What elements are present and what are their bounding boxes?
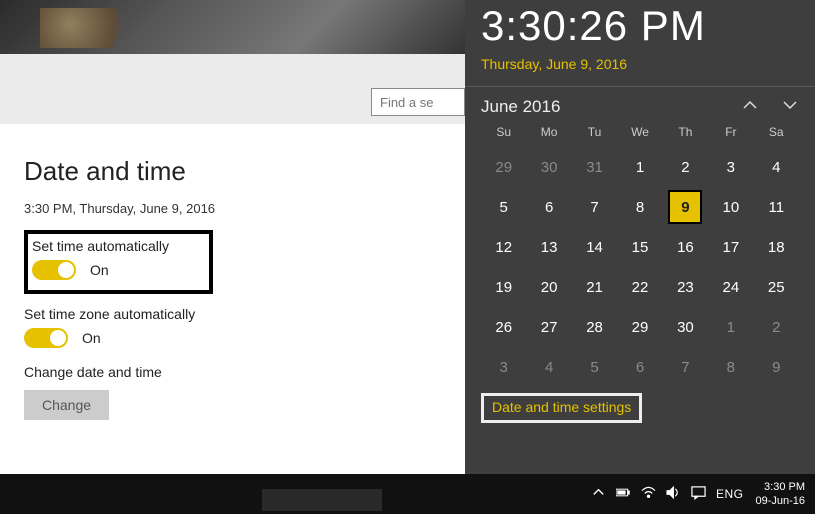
- calendar-day[interactable]: 17: [708, 227, 753, 267]
- calendar-day[interactable]: 8: [617, 187, 662, 227]
- calendar-day[interactable]: 4: [526, 347, 571, 387]
- calendar-day-today[interactable]: 9: [663, 187, 708, 227]
- weekday-header: We: [617, 125, 662, 139]
- date-time-settings-link[interactable]: Date and time settings: [492, 399, 631, 415]
- calendar-day[interactable]: 6: [617, 347, 662, 387]
- auto-time-state: On: [90, 262, 109, 278]
- taskbar: ENG 3:30 PM 09-Jun-16: [0, 474, 815, 514]
- auto-timezone-label: Set time zone automatically: [24, 306, 465, 322]
- calendar-day[interactable]: 19: [481, 267, 526, 307]
- auto-time-label: Set time automatically: [32, 238, 169, 254]
- change-datetime-label: Change date and time: [24, 364, 465, 380]
- month-label[interactable]: June 2016: [481, 97, 560, 117]
- calendar-day[interactable]: 27: [526, 307, 571, 347]
- calendar-day[interactable]: 9: [754, 347, 799, 387]
- calendar-day[interactable]: 5: [572, 347, 617, 387]
- auto-timezone-toggle[interactable]: [24, 328, 68, 348]
- highlight-box-auto-time: Set time automatically On: [24, 230, 213, 294]
- calendar-day[interactable]: 26: [481, 307, 526, 347]
- calendar-day[interactable]: 23: [663, 267, 708, 307]
- weekday-header: Su: [481, 125, 526, 139]
- calendar-day[interactable]: 12: [481, 227, 526, 267]
- calendar-day[interactable]: 5: [481, 187, 526, 227]
- chevron-down-icon: [782, 97, 798, 118]
- header-banner-image: [0, 0, 465, 54]
- calendar-day[interactable]: 24: [708, 267, 753, 307]
- taskbar-time: 3:30 PM: [755, 480, 805, 494]
- weekday-header: Tu: [572, 125, 617, 139]
- weekday-header: Fr: [708, 125, 753, 139]
- calendar-day[interactable]: 15: [617, 227, 662, 267]
- highlight-box-settings-link: Date and time settings: [481, 393, 642, 423]
- change-button[interactable]: Change: [24, 390, 109, 420]
- auto-timezone-block: Set time zone automatically On: [24, 306, 465, 348]
- clock-calendar-flyout: 3:30:26 PM Thursday, June 9, 2016 June 2…: [465, 0, 815, 474]
- calendar-day[interactable]: 30: [526, 147, 571, 187]
- calendar-day[interactable]: 13: [526, 227, 571, 267]
- calendar-day[interactable]: 3: [481, 347, 526, 387]
- calendar-day[interactable]: 31: [572, 147, 617, 187]
- calendar-day[interactable]: 1: [617, 147, 662, 187]
- current-datetime-text: 3:30 PM, Thursday, June 9, 2016: [24, 201, 465, 216]
- calendar-day[interactable]: 20: [526, 267, 571, 307]
- settings-panel: Date and time 3:30 PM, Thursday, June 9,…: [0, 124, 465, 474]
- auto-time-toggle[interactable]: [32, 260, 76, 280]
- calendar-day[interactable]: 7: [572, 187, 617, 227]
- prev-month-button[interactable]: [741, 98, 759, 116]
- calendar-day[interactable]: 1: [708, 307, 753, 347]
- calendar-day[interactable]: 14: [572, 227, 617, 267]
- next-month-button[interactable]: [781, 98, 799, 116]
- taskbar-clock[interactable]: 3:30 PM 09-Jun-16: [755, 480, 805, 508]
- calendar-day[interactable]: 4: [754, 147, 799, 187]
- battery-icon[interactable]: [616, 485, 631, 503]
- wifi-icon[interactable]: [641, 485, 656, 503]
- calendar-day[interactable]: 29: [617, 307, 662, 347]
- calendar-day[interactable]: 7: [663, 347, 708, 387]
- calendar: SuMoTuWeThFrSa 2930311234567891011121314…: [481, 125, 799, 387]
- taskbar-app-preview: [262, 489, 382, 511]
- calendar-day[interactable]: 2: [754, 307, 799, 347]
- weekday-header: Sa: [754, 125, 799, 139]
- taskbar-date: 09-Jun-16: [755, 494, 805, 508]
- search-input[interactable]: Find a se: [371, 88, 465, 116]
- action-center-icon[interactable]: [691, 485, 706, 503]
- calendar-day[interactable]: 16: [663, 227, 708, 267]
- divider: [465, 86, 815, 87]
- calendar-day[interactable]: 18: [754, 227, 799, 267]
- weekday-header: Th: [663, 125, 708, 139]
- flyout-date[interactable]: Thursday, June 9, 2016: [481, 56, 799, 72]
- tray-overflow-icon[interactable]: [591, 485, 606, 503]
- calendar-day[interactable]: 25: [754, 267, 799, 307]
- calendar-day[interactable]: 22: [617, 267, 662, 307]
- calendar-day[interactable]: 2: [663, 147, 708, 187]
- language-indicator[interactable]: ENG: [716, 487, 744, 501]
- calendar-day[interactable]: 6: [526, 187, 571, 227]
- calendar-day[interactable]: 3: [708, 147, 753, 187]
- calendar-day[interactable]: 8: [708, 347, 753, 387]
- flyout-time: 3:30:26 PM: [481, 2, 799, 50]
- volume-icon[interactable]: [666, 485, 681, 503]
- weekday-header: Mo: [526, 125, 571, 139]
- chevron-up-icon: [742, 97, 758, 118]
- auto-timezone-state: On: [82, 330, 101, 346]
- calendar-day[interactable]: 28: [572, 307, 617, 347]
- calendar-day[interactable]: 11: [754, 187, 799, 227]
- page-title: Date and time: [24, 156, 465, 187]
- search-area: Find a se: [0, 54, 465, 124]
- calendar-day[interactable]: 29: [481, 147, 526, 187]
- calendar-day[interactable]: 30: [663, 307, 708, 347]
- calendar-day[interactable]: 21: [572, 267, 617, 307]
- system-tray: ENG: [591, 485, 744, 503]
- calendar-day[interactable]: 10: [708, 187, 753, 227]
